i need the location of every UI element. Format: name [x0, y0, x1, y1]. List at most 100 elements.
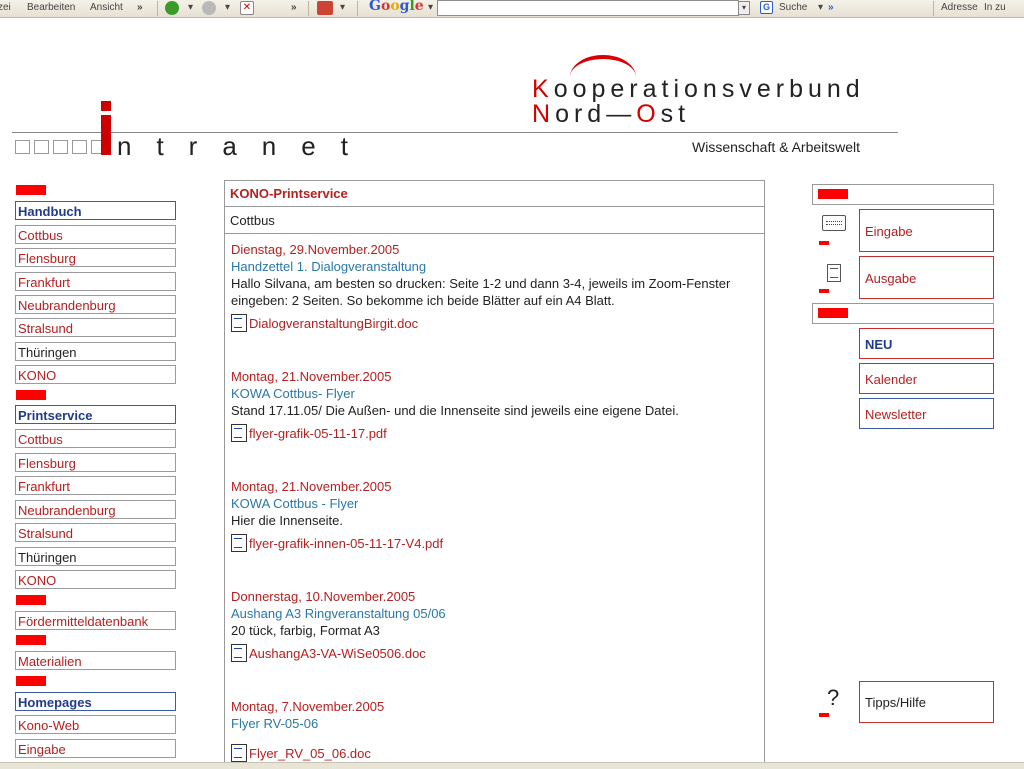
google-g-icon[interactable]: G [760, 1, 773, 14]
entry-text: Hallo Silvana, am besten so drucken: Sei… [231, 276, 731, 308]
nav-handbuch-cottbus[interactable]: Cottbus [15, 225, 176, 244]
chevron-more-icon-3[interactable]: » [828, 2, 834, 13]
google-search-input[interactable] [437, 0, 739, 16]
address-label: Adresse [941, 2, 978, 13]
entry-date: Donnerstag, 10.November.2005 [231, 589, 416, 604]
nav-handbuch-frankfurt[interactable]: Frankfurt [15, 272, 176, 291]
nav-foerdermitteldatenbank[interactable]: Fördermitteldatenbank [15, 611, 176, 630]
nav-printservice-flensburg[interactable]: Flensburg [15, 453, 176, 472]
entry-date: Montag, 21.November.2005 [231, 369, 392, 384]
document-icon [827, 264, 841, 282]
nav-red-marker [16, 635, 46, 645]
forward-icon[interactable] [202, 1, 216, 15]
stop-icon[interactable]: ✕ [240, 1, 254, 15]
nav-handbuch-neubrandenburg[interactable]: Neubrandenburg [15, 295, 176, 314]
entry-title[interactable]: Handzettel 1. Dialogveranstaltung [231, 258, 731, 275]
entry-file-link[interactable]: flyer-grafik-innen-05-11-17-V4.pdf [231, 534, 731, 552]
eingabe-button[interactable]: Eingabe [859, 209, 994, 252]
menu-ansicht[interactable]: Ansicht [90, 2, 123, 13]
help-icon: ? [827, 685, 840, 710]
entry-date: Montag, 7.November.2005 [231, 699, 385, 714]
nav-printservice-stralsund[interactable]: Stralsund [15, 523, 176, 542]
nav-kono-web[interactable]: Kono-Web [15, 715, 176, 734]
entry-title[interactable]: Aushang A3 Ringveranstaltung 05/06 [231, 605, 731, 622]
tagline: Wissenschaft & Arbeitswelt [692, 139, 861, 155]
back-icon[interactable] [165, 1, 179, 15]
nav-printservice-neubrandenburg[interactable]: Neubrandenburg [15, 500, 176, 519]
right-red-marker [818, 308, 848, 318]
nav-handbuch-thueringen[interactable]: Thüringen [15, 342, 176, 361]
entry-file-link[interactable]: flyer-grafik-05-11-17.pdf [231, 424, 731, 442]
address-input[interactable]: In zu [984, 2, 1006, 13]
red-dash [819, 289, 829, 293]
nav-red-marker [16, 390, 46, 400]
forward-dropdown-icon[interactable]: ▾ [225, 2, 230, 13]
intranet-wordmark: ntranet [117, 131, 373, 161]
menu-bearbeiten[interactable]: Bearbeiten [27, 2, 75, 13]
word-doc-icon [231, 534, 247, 552]
entry-text: Hier die Innenseite. [231, 513, 344, 528]
search-button[interactable]: Suche [779, 2, 807, 13]
search-history-dropdown-icon[interactable]: ▾ [738, 1, 750, 15]
kalender-button[interactable]: Kalender [859, 363, 994, 394]
nav-printservice-kono[interactable]: KONO [15, 570, 176, 589]
city-label: Cottbus [225, 208, 764, 234]
back-dropdown-icon[interactable]: ▾ [188, 2, 193, 13]
entry-title[interactable]: KOWA Cottbus - Flyer [231, 495, 731, 512]
intranet-squares [15, 140, 110, 158]
tipps-hilfe-button[interactable]: Tipps/Hilfe [859, 681, 994, 723]
print-dropdown-icon[interactable]: ▾ [340, 2, 345, 13]
red-dash [819, 241, 829, 245]
newsletter-button[interactable]: Newsletter [859, 398, 994, 429]
entry: Montag, 21.November.2005 KOWA Cottbus- F… [231, 368, 731, 442]
nav-materialien[interactable]: Materialien [15, 651, 176, 670]
entry-file-link[interactable]: Flyer_RV_05_06.doc [231, 744, 731, 762]
entry: Montag, 21.November.2005 KOWA Cottbus - … [231, 478, 731, 552]
entry-file-link[interactable]: AushangA3-VA-WiSe0506.doc [231, 644, 731, 662]
nav-red-marker [16, 676, 46, 686]
google-logo[interactable]: Google [369, 0, 424, 14]
word-doc-icon [231, 424, 247, 442]
right-red-marker [818, 189, 848, 199]
entry-date: Montag, 21.November.2005 [231, 479, 392, 494]
google-dropdown-icon[interactable]: ▾ [428, 2, 433, 13]
entry-text: 20 tück, farbig, Format A3 [231, 623, 380, 638]
entry: Donnerstag, 10.November.2005 Aushang A3 … [231, 588, 731, 662]
word-doc-icon [231, 314, 247, 332]
nav-printservice-cottbus[interactable]: Cottbus [15, 429, 176, 448]
nav-heading-homepages[interactable]: Homepages [15, 692, 176, 711]
word-doc-icon [231, 644, 247, 662]
entry: Dienstag, 29.November.2005 Handzettel 1.… [231, 241, 731, 332]
entry-text: Stand 17.11.05/ Die Außen- und die Innen… [231, 403, 679, 418]
nav-printservice-frankfurt[interactable]: Frankfurt [15, 476, 176, 495]
nav-handbuch-stralsund[interactable]: Stralsund [15, 318, 176, 337]
intranet-i-bar [101, 115, 111, 155]
entry-title[interactable]: Flyer RV-05-06 [231, 715, 731, 732]
nav-heading-handbuch[interactable]: Handbuch [15, 201, 176, 220]
nav-handbuch-flensburg[interactable]: Flensburg [15, 248, 176, 267]
print-icon[interactable] [317, 1, 333, 15]
menu-extras[interactable]: zei [0, 2, 11, 13]
nav-heading-printservice[interactable]: Printservice [15, 405, 176, 424]
nav-handbuch-kono[interactable]: KONO [15, 365, 176, 384]
search-options-dropdown-icon[interactable]: ▾ [818, 2, 823, 13]
ausgabe-button[interactable]: Ausgabe [859, 256, 994, 299]
nav-eingabe[interactable]: Eingabe [15, 739, 176, 758]
nav-red-marker [16, 185, 46, 195]
main-content: KONO-Printservice Cottbus Dienstag, 29.N… [224, 180, 765, 768]
intranet-i-dot [101, 101, 111, 111]
chevron-more-icon-2[interactable]: » [291, 2, 297, 13]
red-dash [819, 713, 829, 717]
word-doc-icon [231, 744, 247, 762]
nav-red-marker [16, 595, 46, 605]
page-title: KONO-Printservice [225, 181, 764, 207]
entry-file-link[interactable]: DialogveranstaltungBirgit.doc [231, 314, 731, 332]
nav-printservice-thueringen[interactable]: Thüringen [15, 547, 176, 566]
browser-toolbar: zei Bearbeiten Ansicht » ▾ ▾ ✕ » ▾ Googl… [0, 0, 1024, 18]
keyboard-icon [822, 215, 846, 231]
entry-date: Dienstag, 29.November.2005 [231, 242, 400, 257]
entry-title[interactable]: KOWA Cottbus- Flyer [231, 385, 731, 402]
chevron-more-icon[interactable]: » [137, 2, 143, 13]
neu-button[interactable]: NEU [859, 328, 994, 359]
entry: Montag, 7.November.2005 Flyer RV-05-06 F… [231, 698, 731, 762]
